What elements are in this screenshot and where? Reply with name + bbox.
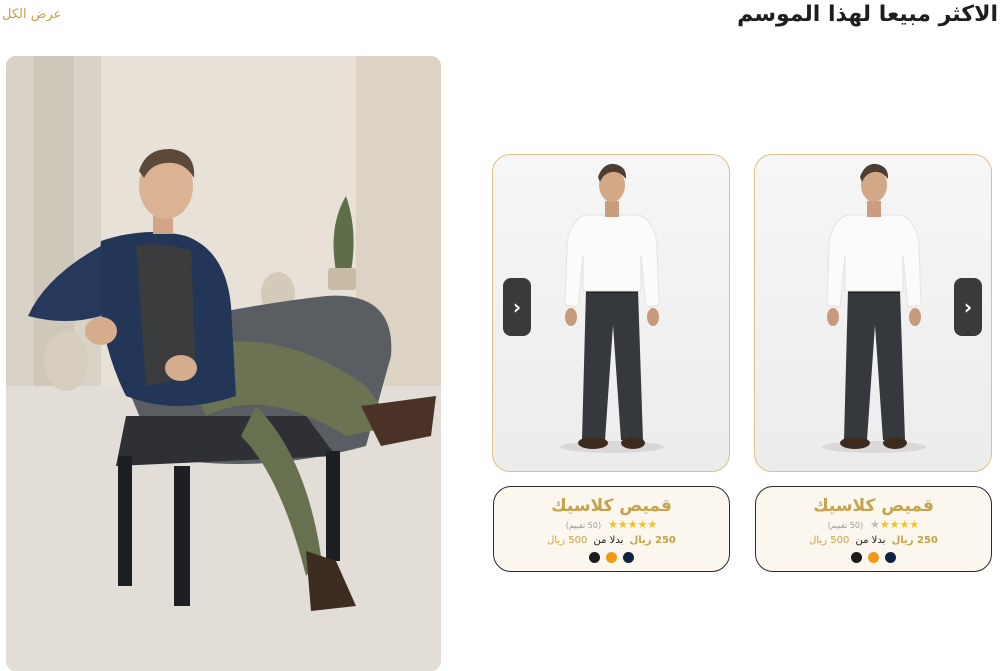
view-all-link[interactable]: عرض الكل [2,7,61,22]
rating-row: ★★★★★ (50 تقييم) [756,519,991,532]
next-arrow-button[interactable]: › [503,278,531,336]
rating-stars-icon: ★★★★★ [607,518,658,531]
color-swatches [756,552,991,563]
color-swatches [494,552,729,563]
color-swatch-navy[interactable] [623,552,634,563]
current-price: 250 ريال [629,535,676,546]
next-arrow-button[interactable]: › [954,278,982,336]
price-row: 250 ريال بدلا من 500 ريال [756,534,991,548]
section-title: الاكثر مبيعا لهذا الموسم [737,2,998,27]
current-price: 250 ريال [891,535,938,546]
product-image-card-2[interactable]: › [492,154,730,472]
color-swatch-navy[interactable] [885,552,896,563]
price-row: 250 ريال بدلا من 500 ريال [494,534,729,548]
original-price: 500 ريال [809,535,850,546]
price-separator: بدلا من [855,535,886,546]
original-price: 500 ريال [547,535,588,546]
rating-empty-star-icon: ★ [869,518,880,531]
hero-lifestyle-image [6,56,441,671]
review-count: (50 تقييم) [827,521,864,530]
price-separator: بدلا من [593,535,624,546]
product-name: قميص كلاسيك [551,496,672,516]
color-swatch-orange[interactable] [606,552,617,563]
review-count: (50 تقييم) [565,521,602,530]
color-swatch-black[interactable] [851,552,862,563]
product-image-card-1[interactable]: › [754,154,992,472]
product-info-card-1[interactable]: قميص كلاسيك ★★★★★ (50 تقييم) 250 ريال بد… [755,486,992,572]
color-swatch-black[interactable] [589,552,600,563]
product-name: قميص كلاسيك [813,496,934,516]
rating-row: ★★★★★ (50 تقييم) [494,519,729,532]
color-swatch-orange[interactable] [868,552,879,563]
product-info-card-2[interactable]: قميص كلاسيك ★★★★★ (50 تقييم) 250 ريال بد… [493,486,730,572]
rating-stars-icon: ★★★★ [879,518,920,531]
